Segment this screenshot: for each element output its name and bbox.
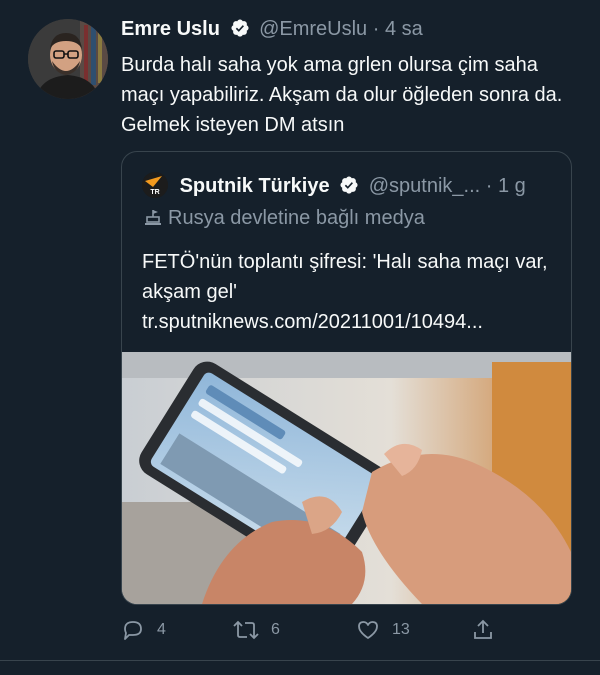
quoted-text-body: FETÖ'nün toplantı şifresi: 'Halı saha ma… (142, 251, 548, 303)
quoted-tweet-text: FETÖ'nün toplantı şifresi: 'Halı saha ma… (142, 247, 557, 337)
quoted-image[interactable] (122, 352, 571, 604)
reply-icon (124, 621, 142, 640)
tweet-actions: 4 6 13 (121, 618, 581, 646)
verified-badge-icon (230, 19, 249, 37)
retweet-button[interactable]: 6 (233, 618, 280, 642)
header-separator: · (372, 18, 380, 40)
avatar-photo (28, 19, 108, 99)
retweet-count: 6 (271, 621, 280, 638)
retweet-icon (233, 620, 259, 640)
like-button[interactable]: 13 (356, 618, 410, 642)
reply-button[interactable]: 4 (121, 618, 166, 642)
quoted-link[interactable]: tr.sputniknews.com/20211001/10494... (142, 311, 483, 333)
avatar[interactable] (28, 19, 108, 99)
phone-typing-photo (122, 352, 571, 604)
author-handle[interactable]: @EmreUslu (259, 18, 367, 40)
svg-text:TR: TR (150, 189, 159, 196)
quoted-header-separator: · (485, 175, 493, 197)
share-icon (474, 619, 492, 639)
divider (0, 660, 600, 661)
sputnik-logo-icon: TR (142, 172, 168, 198)
quoted-tweet-header: TR Sputnik Türkiye @sputnik_... · 1 g (142, 172, 526, 198)
like-count: 13 (392, 621, 410, 638)
author-name[interactable]: Emre Uslu (121, 18, 220, 40)
tweet[interactable]: Emre Uslu @EmreUslu · 4 sa Burda halı sa… (0, 0, 600, 675)
reply-count: 4 (157, 621, 166, 638)
share-button[interactable] (471, 618, 507, 642)
state-media-label[interactable]: Rusya devletine bağlı medya (144, 207, 425, 230)
tweet-time[interactable]: 4 sa (385, 18, 423, 40)
quoted-tweet[interactable]: TR Sputnik Türkiye @sputnik_... · 1 g Ru… (121, 151, 572, 605)
quoted-tweet-time[interactable]: 1 g (498, 175, 526, 197)
state-media-icon (145, 210, 161, 225)
quoted-author-handle[interactable]: @sputnik_... (369, 175, 480, 197)
heart-icon (358, 621, 378, 639)
tweet-text: Burda halı saha yok ama grlen olursa çim… (121, 54, 563, 136)
quoted-author-name[interactable]: Sputnik Türkiye (180, 175, 330, 197)
tweet-header: Emre Uslu @EmreUslu · 4 sa (121, 18, 423, 41)
state-media-label-text: Rusya devletine bağlı medya (168, 207, 425, 229)
verified-badge-icon (340, 176, 358, 194)
